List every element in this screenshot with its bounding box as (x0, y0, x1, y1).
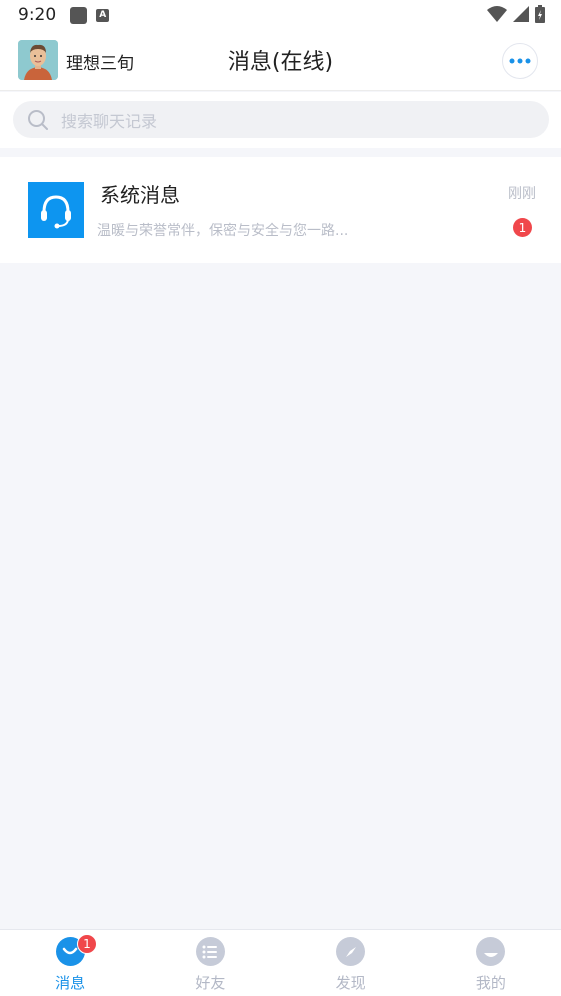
tab-friends[interactable]: 好友 (140, 930, 280, 996)
a-badge-icon: A (96, 8, 110, 22)
chat-preview: 温暖与荣誉常伴，保密与安全与您一路... (97, 223, 349, 239)
signal-icon (513, 6, 529, 22)
tab-messages[interactable]: 1 消息 (0, 930, 140, 996)
system-avatar (28, 182, 84, 238)
compass-icon (336, 937, 366, 966)
tab-label: 发现 (335, 974, 366, 992)
status-bar: 9:20 A (0, 0, 561, 30)
search-icon (28, 109, 48, 130)
notification-square-icon (70, 6, 88, 24)
chat-time: 刚刚 (508, 186, 536, 202)
list-icon (195, 937, 225, 966)
more-button[interactable] (502, 43, 538, 79)
tab-label: 我的 (475, 974, 506, 992)
tab-label: 消息 (55, 974, 86, 992)
app-header: 理想三旬 消息(在线) (0, 30, 561, 91)
search-input[interactable]: 搜索聊天记录 (13, 101, 549, 138)
unread-badge: 1 (513, 218, 532, 237)
search-bar: 搜索聊天记录 (0, 92, 561, 148)
search-placeholder: 搜索聊天记录 (61, 111, 158, 131)
chat-name: 系统消息 (100, 183, 180, 207)
tab-badge: 1 (77, 934, 97, 954)
status-right-icons (487, 5, 545, 23)
tab-discover[interactable]: 发现 (281, 930, 421, 996)
bottom-tab-bar: 1 消息 好友 发现 我的 (0, 929, 561, 996)
headset-icon (41, 195, 71, 229)
app-screen: 9:20 A 理想三旬 消息(在线) 搜索聊天记录 系统消息 温暖与荣誉常伴，保… (0, 0, 561, 996)
page-title: 消息(在线) (227, 50, 334, 75)
battery-charging-icon (535, 5, 545, 23)
tab-me[interactable]: 我的 (421, 930, 561, 996)
list-item[interactable]: 系统消息 温暖与荣誉常伴，保密与安全与您一路... 刚刚 1 (0, 157, 561, 263)
tab-label: 好友 (195, 974, 226, 992)
wifi-icon (487, 6, 507, 22)
profile-icon (476, 937, 506, 966)
more-dots-icon (509, 58, 531, 64)
status-time: 9:20 (18, 5, 57, 25)
